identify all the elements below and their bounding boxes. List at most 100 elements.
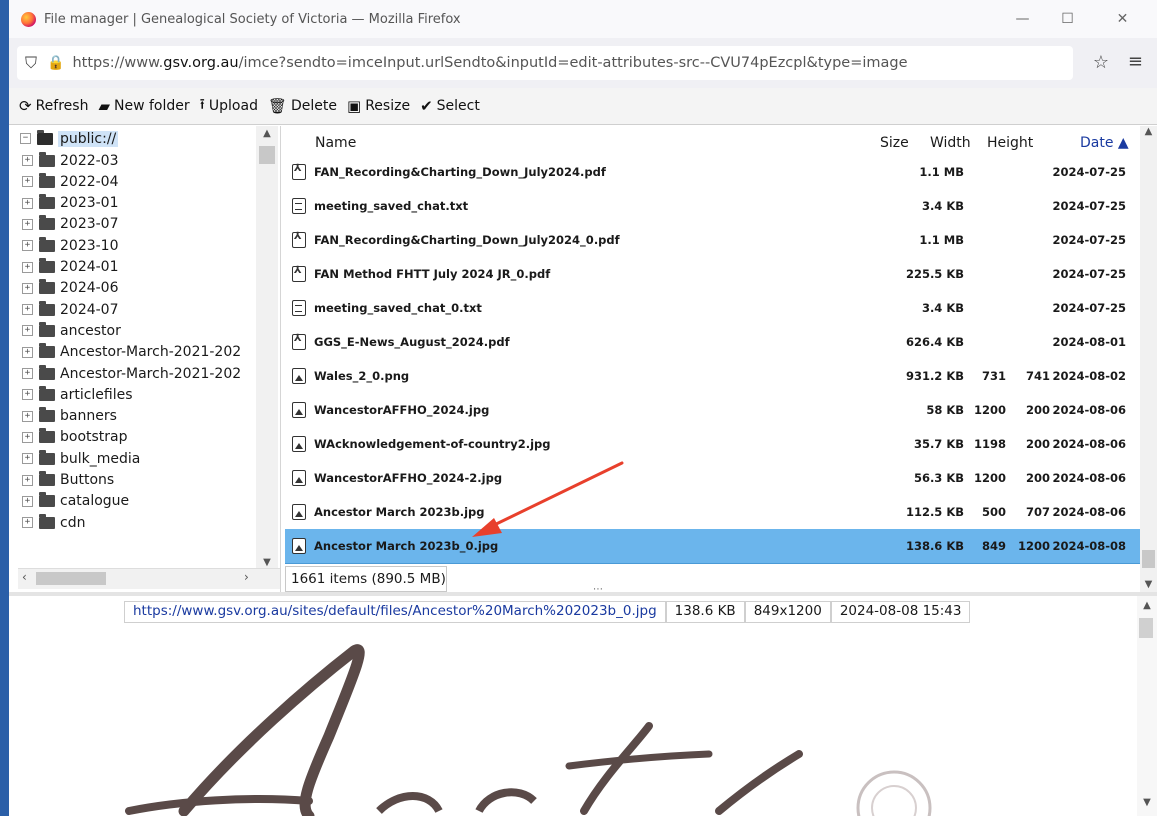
- folder-label[interactable]: Buttons: [60, 472, 114, 488]
- file-list-scrollbar[interactable]: ▲ ▼: [1140, 126, 1157, 592]
- file-name[interactable]: FAN Method FHTT July 2024 JR_0.pdf: [314, 267, 874, 281]
- folder-label[interactable]: 2024-01: [60, 259, 119, 275]
- shield-icon[interactable]: ⛉: [25, 53, 37, 73]
- tree-folder-item[interactable]: + cdn: [22, 512, 85, 533]
- tree-folder-item[interactable]: + Buttons: [22, 470, 114, 491]
- splitter-grip-icon[interactable]: ⋯: [593, 584, 603, 595]
- collapse-icon[interactable]: −: [20, 133, 31, 144]
- refresh-button[interactable]: ⟳ Refresh: [19, 97, 88, 115]
- header-width[interactable]: Width: [930, 135, 971, 151]
- folder-label[interactable]: 2022-03: [60, 153, 119, 169]
- folder-label[interactable]: cdn: [60, 515, 85, 531]
- tree-folder-item[interactable]: + articlefiles: [22, 384, 133, 405]
- tree-folder-item[interactable]: +2024-01: [22, 257, 119, 278]
- file-name[interactable]: FAN_Recording&Charting_Down_July2024_0.p…: [314, 233, 874, 247]
- scroll-down-arrow[interactable]: ▼: [256, 557, 278, 568]
- expand-icon[interactable]: +: [22, 517, 33, 529]
- tree-folder-item[interactable]: + bootstrap: [22, 427, 128, 448]
- folder-label[interactable]: 2024-07: [60, 302, 119, 318]
- tree-vertical-scrollbar[interactable]: ▲ ▼: [256, 126, 278, 568]
- header-name[interactable]: Name: [315, 135, 356, 151]
- scroll-up-arrow[interactable]: ▲: [1140, 126, 1157, 137]
- tree-folder-item[interactable]: + Ancestor-March-2021-202: [22, 363, 241, 384]
- tree-folder-item[interactable]: + banners: [22, 406, 117, 427]
- preview-scrollbar[interactable]: ▲ ▼: [1137, 596, 1157, 816]
- folder-label[interactable]: banners: [60, 408, 117, 424]
- file-name[interactable]: Wales_2_0.png: [314, 369, 874, 383]
- tree-folder-item[interactable]: + Ancestor-March-2021-202: [22, 342, 241, 363]
- h-scroll-thumb[interactable]: [36, 572, 106, 585]
- file-row[interactable]: Ancestor March 2023b.jpg 112.5 KB 500 707 20…: [285, 495, 1140, 530]
- scroll-down-arrow[interactable]: ▼: [1140, 579, 1157, 590]
- expand-icon[interactable]: +: [22, 197, 33, 209]
- expand-icon[interactable]: +: [22, 431, 33, 443]
- tree-folder-item[interactable]: +2022-04: [22, 171, 119, 192]
- tree-folder-item[interactable]: +2024-07: [22, 299, 119, 320]
- tree-folder-item[interactable]: +2023-01: [22, 193, 119, 214]
- folder-label[interactable]: articlefiles: [60, 387, 133, 403]
- scroll-thumb[interactable]: [1142, 550, 1155, 568]
- expand-icon[interactable]: +: [22, 240, 33, 252]
- resize-button[interactable]: ▣ Resize: [347, 97, 410, 115]
- expand-icon[interactable]: +: [22, 368, 33, 379]
- expand-icon[interactable]: +: [22, 410, 33, 422]
- maximize-button[interactable]: ☐: [1045, 0, 1090, 38]
- file-row[interactable]: meeting_saved_chat.txt 3.4 KB 2024-07-25: [285, 189, 1140, 224]
- lock-icon[interactable]: 🔒: [47, 55, 64, 71]
- expand-icon[interactable]: +: [22, 176, 33, 188]
- file-row[interactable]: FAN_Recording&Charting_Down_July2024.pdf…: [285, 155, 1140, 190]
- upload-button[interactable]: ⭱ Upload: [200, 94, 258, 119]
- folder-label[interactable]: 2023-10: [60, 238, 119, 254]
- file-row-selected[interactable]: Ancestor March 2023b_0.jpg 138.6 KB 849 120…: [285, 529, 1140, 564]
- folder-label[interactable]: 2023-01: [60, 195, 119, 211]
- folder-label[interactable]: Ancestor-March-2021-202: [60, 366, 241, 382]
- file-name[interactable]: FAN_Recording&Charting_Down_July2024.pdf: [314, 165, 874, 179]
- expand-icon[interactable]: +: [22, 453, 33, 465]
- bookmark-star-icon[interactable]: ☆: [1093, 52, 1109, 73]
- expand-icon[interactable]: +: [22, 474, 33, 486]
- folder-label[interactable]: 2024-06: [60, 280, 119, 296]
- new-folder-button[interactable]: ▰ New folder: [98, 97, 189, 115]
- expand-icon[interactable]: +: [22, 261, 33, 273]
- tree-root[interactable]: − public://: [20, 128, 119, 149]
- folder-label[interactable]: ancestor: [60, 323, 121, 339]
- file-name[interactable]: GGS_E-News_August_2024.pdf: [314, 335, 874, 349]
- file-name[interactable]: meeting_saved_chat.txt: [314, 199, 874, 213]
- expand-icon[interactable]: +: [22, 325, 33, 337]
- file-name[interactable]: Ancestor March 2023b_0.jpg: [314, 539, 874, 553]
- expand-icon[interactable]: +: [22, 282, 33, 294]
- file-row[interactable]: Wales_2_0.png 931.2 KB 731 741 2024-08-02: [285, 359, 1140, 394]
- file-row[interactable]: FAN Method FHTT July 2024 JR_0.pdf 225.5 …: [285, 257, 1140, 292]
- expand-icon[interactable]: +: [22, 389, 33, 401]
- file-name[interactable]: WancestorAFFHO_2024.jpg: [314, 403, 874, 417]
- file-row[interactable]: FAN_Recording&Charting_Down_July2024_0.p…: [285, 223, 1140, 258]
- minimize-button[interactable]: —: [1000, 0, 1045, 38]
- expand-icon[interactable]: +: [22, 155, 33, 166]
- file-row[interactable]: meeting_saved_chat_0.txt 3.4 KB 2024-07-25: [285, 291, 1140, 326]
- tree-folder-item[interactable]: +2023-07: [22, 214, 119, 235]
- tree-folder-item[interactable]: +2024-06: [22, 278, 119, 299]
- select-button[interactable]: ✔ Select: [420, 97, 480, 115]
- close-button[interactable]: ✕: [1100, 0, 1145, 38]
- scroll-down-arrow[interactable]: ▼: [1137, 797, 1157, 808]
- folder-label[interactable]: bulk_media: [60, 451, 140, 467]
- tree-folder-item[interactable]: + ancestor: [22, 320, 121, 341]
- expand-icon[interactable]: +: [22, 218, 33, 230]
- header-date[interactable]: Date ▲: [1080, 135, 1129, 151]
- file-name[interactable]: WAcknowledgement-of-country2.jpg: [314, 437, 874, 451]
- tree-folder-item[interactable]: +2023-10: [22, 235, 119, 256]
- folder-label[interactable]: bootstrap: [60, 429, 128, 445]
- expand-icon[interactable]: +: [22, 495, 33, 507]
- scroll-right-arrow[interactable]: ›: [244, 570, 249, 584]
- header-size[interactable]: Size: [880, 135, 909, 151]
- tree-horizontal-scrollbar[interactable]: ‹ ›: [18, 568, 280, 589]
- delete-button[interactable]: 🗑 Delete: [268, 97, 337, 115]
- expand-icon[interactable]: +: [22, 304, 33, 316]
- tree-folder-item[interactable]: + catalogue: [22, 491, 129, 512]
- scroll-thumb[interactable]: [259, 146, 275, 164]
- file-row[interactable]: WancestorAFFHO_2024-2.jpg 56.3 KB 1200 200 2…: [285, 461, 1140, 496]
- file-name[interactable]: Ancestor March 2023b.jpg: [314, 505, 874, 519]
- folder-label[interactable]: catalogue: [60, 493, 129, 509]
- file-row[interactable]: GGS_E-News_August_2024.pdf 626.4 KB 2024-0…: [285, 325, 1140, 360]
- header-height[interactable]: Height: [987, 135, 1033, 151]
